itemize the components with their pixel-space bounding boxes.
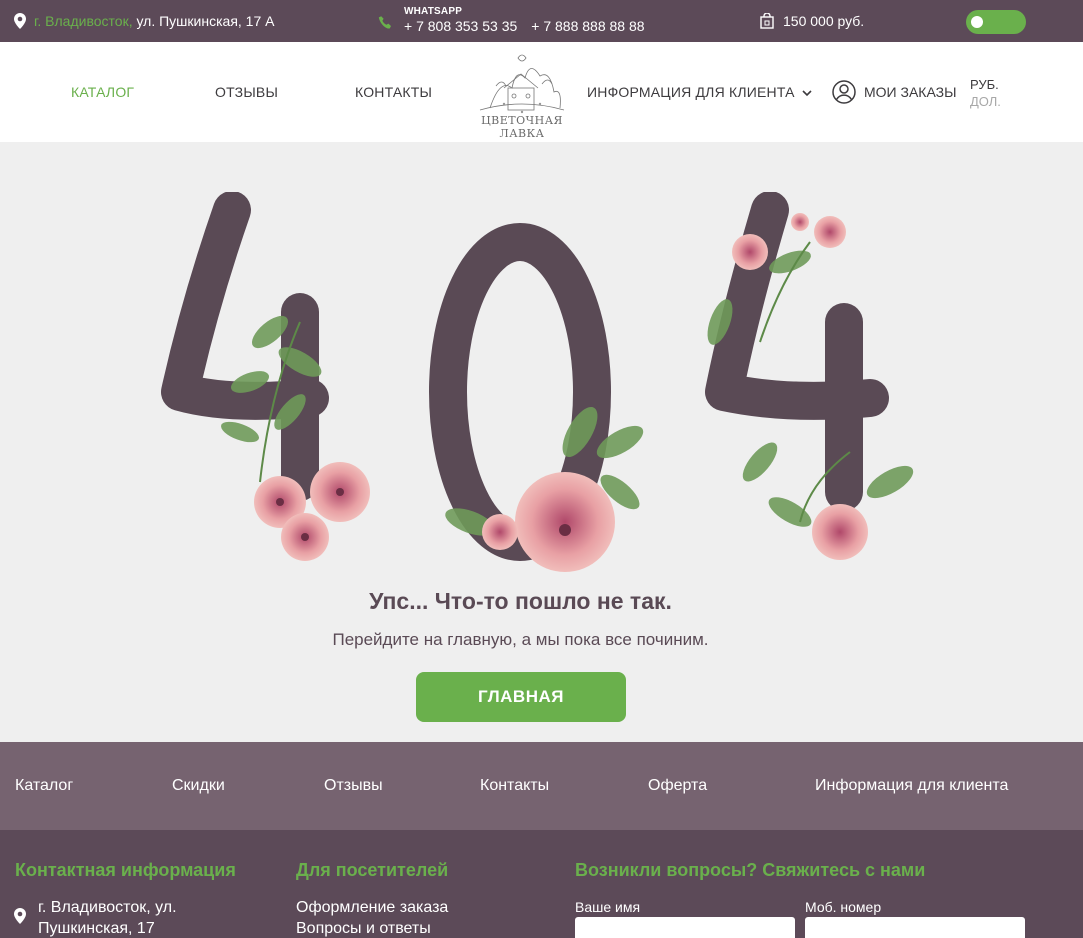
footer-link-faq[interactable]: Вопросы и ответы [296, 918, 448, 938]
nav-catalog[interactable]: КАТАЛОГ [71, 84, 134, 100]
address-street: ул. Пушкинская, 17 А [132, 13, 275, 29]
footer-link-contacts[interactable]: Контакты [480, 777, 549, 795]
nav-contacts[interactable]: КОНТАКТЫ [355, 84, 432, 100]
nav-client-info-label: ИНФОРМАЦИЯ ДЛЯ КЛИЕНТА [587, 84, 795, 100]
footer-visitor-links: Оформление заказа Вопросы и ответы [296, 897, 448, 938]
error-heading: Упс... Что-то пошло не так. [369, 588, 672, 614]
name-input[interactable] [575, 917, 795, 938]
my-orders-label: МОИ ЗАКАЗЫ [864, 84, 957, 100]
currency-rub[interactable]: РУБ. [970, 76, 1001, 93]
name-field-label: Ваше имя [575, 899, 641, 915]
footer-link-catalog[interactable]: Каталог [15, 777, 73, 795]
user-icon [832, 80, 856, 104]
logo-illustration [479, 54, 565, 114]
footer-link-ordering[interactable]: Оформление заказа [296, 897, 448, 918]
footer-menu: Каталог Скидки Отзывы Контакты Оферта Ин… [0, 742, 1083, 830]
phone-icon [378, 16, 391, 29]
footer-link-discounts[interactable]: Скидки [172, 777, 225, 795]
currency-usd[interactable]: ДОЛ. [970, 93, 1001, 110]
cart-total: 150 000 руб. [783, 13, 865, 29]
site-logo[interactable]: ЦВЕТОЧНАЯ ЛАВКА [470, 48, 574, 140]
footer-address-line2: Пушкинская, 17 [38, 920, 155, 937]
phone-field-label: Моб. номер [805, 899, 882, 915]
chevron-down-icon [802, 90, 812, 97]
error-404-illustration [161, 192, 914, 572]
phone-input[interactable] [805, 917, 1025, 938]
location-pin-icon [14, 13, 26, 29]
main-header: КАТАЛОГ ОТЗЫВЫ КОНТАКТЫ ЦВЕТОЧНАЯ ЛАВКА … [0, 42, 1083, 142]
nav-client-info[interactable]: ИНФОРМАЦИЯ ДЛЯ КЛИЕНТА [587, 84, 812, 100]
home-button[interactable]: ГЛАВНАЯ [416, 672, 626, 722]
footer-questions-title: Возникли вопросы? Свяжитесь с нами [575, 860, 926, 880]
footer-contact-title: Контактная информация [15, 860, 236, 880]
my-orders-link[interactable]: МОИ ЗАКАЗЫ [832, 80, 956, 104]
footer-link-reviews[interactable]: Отзывы [324, 777, 383, 795]
footer-visitors-title: Для посетителей [296, 860, 449, 880]
footer-address: г. Владивосток, ул. Пушкинская, 17 [14, 897, 177, 938]
phone-number-1[interactable]: + 7 808 353 53 35 [404, 18, 517, 34]
footer-address-line1: г. Владивосток, ул. [38, 899, 177, 916]
whatsapp-label: WHATSAPP [404, 6, 463, 17]
currency-switch: РУБ. ДОЛ. [970, 76, 1001, 110]
phone-number-2[interactable]: + 7 888 888 88 88 [531, 18, 644, 34]
footer: Контактная информация г. Владивосток, ул… [0, 830, 1083, 938]
error-subtext: Перейдите на главную, а мы пока все почи… [332, 630, 709, 649]
location-pin-icon [14, 908, 26, 924]
address-city[interactable]: г. Владивосток, [34, 13, 133, 29]
store-address: г. Владивосток, ул. Пушкинская, 17 А [14, 13, 274, 29]
phone-block: WHATSAPP + 7 808 353 53 35 + 7 888 888 88… [378, 6, 645, 34]
logo-text: ЦВЕТОЧНАЯ ЛАВКА [481, 114, 563, 140]
cart-summary[interactable]: 150 000 руб. [760, 13, 864, 29]
top-bar: г. Владивосток, ул. Пушкинская, 17 А WHA… [0, 0, 1083, 42]
theme-toggle[interactable] [966, 10, 1026, 34]
footer-link-client-info[interactable]: Информация для клиента [815, 777, 1008, 795]
shopping-bag-icon [760, 13, 774, 29]
footer-link-offer[interactable]: Оферта [648, 777, 707, 795]
error-section: Упс... Что-то пошло не так. Перейдите на… [0, 142, 1083, 742]
nav-reviews[interactable]: ОТЗЫВЫ [215, 84, 278, 100]
toggle-knob [971, 16, 983, 28]
